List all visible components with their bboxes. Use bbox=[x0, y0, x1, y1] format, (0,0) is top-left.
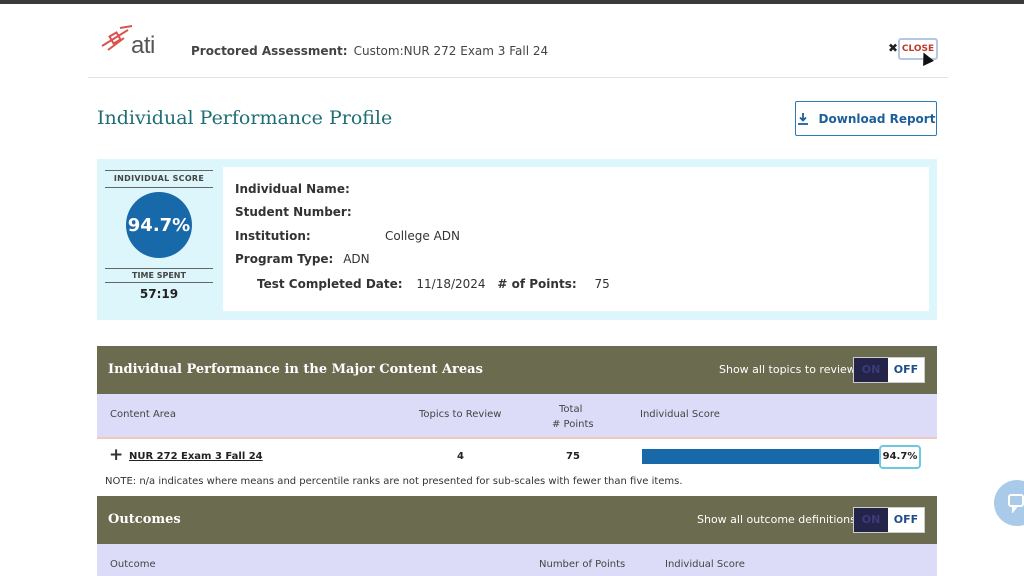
note-text: NOTE: n/a indicates where means and perc… bbox=[105, 476, 683, 487]
toggle-off[interactable]: OFF bbox=[888, 358, 924, 382]
assessment-info: Proctored Assessment: Custom:NUR 272 Exam… bbox=[191, 44, 548, 58]
assessment-header: ati Proctored Assessment: Custom:NUR 272 … bbox=[88, 22, 948, 78]
student-info-panel: Individual Name: Student Number: Institu… bbox=[223, 167, 929, 311]
outcomes-title: Outcomes bbox=[108, 512, 181, 527]
individual-score-value: 94.7% bbox=[126, 192, 192, 258]
program-type-row: Program Type: ADN bbox=[235, 252, 370, 266]
program-type-label: Program Type: bbox=[235, 252, 334, 266]
individual-score-label: INDIVIDUAL SCORE bbox=[105, 170, 213, 188]
col-content-area: Content Area bbox=[110, 409, 176, 420]
download-icon bbox=[797, 112, 808, 125]
assessment-value: Custom:NUR 272 Exam 3 Fall 24 bbox=[353, 44, 549, 58]
time-spent-value: 57:19 bbox=[139, 287, 179, 301]
outcomes-toggle-off[interactable]: OFF bbox=[888, 508, 924, 532]
student-number-label: Student Number: bbox=[235, 205, 352, 219]
points-label: # of Points: bbox=[497, 277, 577, 291]
close-icon[interactable]: ✖ bbox=[888, 41, 898, 55]
page-title: Individual Performance Profile bbox=[97, 107, 393, 129]
assessment-label: Proctored Assessment: bbox=[191, 44, 348, 58]
col-individual-score: Individual Score bbox=[640, 409, 720, 420]
col-outcome: Outcome bbox=[110, 559, 156, 570]
major-content-title: Individual Performance in the Major Cont… bbox=[108, 362, 483, 377]
col-outcome-score: Individual Score bbox=[665, 559, 745, 570]
score-bar-label: 94.7% bbox=[879, 445, 921, 469]
student-number-row: Student Number: bbox=[235, 205, 352, 219]
individual-name-label: Individual Name: bbox=[235, 182, 350, 196]
major-content-header: Individual Performance in the Major Cont… bbox=[97, 346, 937, 394]
outcomes-toggle-on[interactable]: ON bbox=[854, 508, 888, 532]
show-outcomes-label: Show all outcome definitions bbox=[697, 513, 856, 526]
outcomes-header: Outcomes Show all outcome definitions ON… bbox=[97, 496, 937, 544]
score-bar bbox=[642, 449, 882, 464]
col-total-line2: # Points bbox=[552, 419, 594, 430]
institution-label: Institution: bbox=[235, 229, 311, 243]
show-topics-label: Show all topics to review bbox=[719, 363, 856, 376]
col-total-line1: Total bbox=[559, 404, 583, 415]
show-topics-toggle[interactable]: ON OFF bbox=[853, 357, 925, 383]
topics-to-review-value: 4 bbox=[457, 451, 464, 462]
total-points-value: 75 bbox=[566, 451, 580, 462]
program-type-value: ADN bbox=[343, 252, 370, 266]
major-content-column-header: Content Area Topics to Review Total # Po… bbox=[97, 394, 937, 439]
col-number-of-points: Number of Points bbox=[539, 559, 626, 570]
download-report-label: Download Report bbox=[818, 111, 936, 126]
toggle-on[interactable]: ON bbox=[854, 358, 888, 382]
download-report-button[interactable]: Download Report bbox=[795, 101, 937, 136]
institution-row: Institution: College ADN bbox=[235, 229, 460, 243]
score-panel: INDIVIDUAL SCORE 94.7% TIME SPENT 57:19 bbox=[105, 170, 213, 306]
chat-button[interactable] bbox=[994, 480, 1024, 526]
institution-value: College ADN bbox=[385, 229, 461, 243]
outcomes-column-header: Outcome Number of Points Individual Scor… bbox=[97, 544, 937, 576]
top-bar bbox=[0, 0, 1024, 4]
points-value: 75 bbox=[594, 277, 610, 291]
completed-date-row: Test Completed Date: 11/18/2024 # of Poi… bbox=[257, 277, 610, 291]
logo-text: ati bbox=[131, 32, 155, 59]
col-topics-to-review: Topics to Review bbox=[419, 409, 502, 420]
individual-name-row: Individual Name: bbox=[235, 182, 350, 196]
ati-logo: ati bbox=[98, 24, 160, 64]
time-spent-label: TIME SPENT bbox=[105, 268, 213, 283]
content-area-link[interactable]: NUR 272 Exam 3 Fall 24 bbox=[129, 451, 263, 462]
table-row: + NUR 272 Exam 3 Fall 24 4 75 94.7% bbox=[97, 441, 937, 473]
profile-card: INDIVIDUAL SCORE 94.7% TIME SPENT 57:19 … bbox=[97, 159, 937, 320]
chat-icon bbox=[1008, 494, 1024, 513]
completed-date-label: Test Completed Date: bbox=[257, 277, 403, 291]
show-outcomes-toggle[interactable]: ON OFF bbox=[853, 507, 925, 533]
plus-icon[interactable]: + bbox=[109, 447, 123, 464]
completed-date-value: 11/18/2024 bbox=[416, 277, 486, 291]
